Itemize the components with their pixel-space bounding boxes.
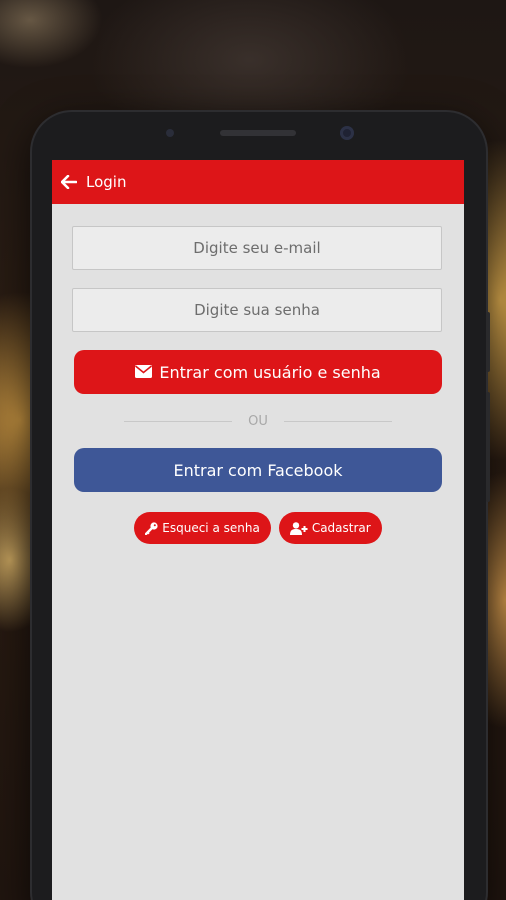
phone-speaker bbox=[220, 130, 296, 136]
phone-volume-button bbox=[486, 392, 490, 502]
envelope-icon bbox=[135, 363, 159, 382]
phone-frame: Login Entrar com usuário e senha bbox=[32, 112, 490, 900]
register-label: Cadastrar bbox=[311, 521, 371, 535]
phone-camera bbox=[340, 126, 354, 140]
back-button[interactable] bbox=[52, 160, 77, 204]
app-store-screenshot: Login Entrar com usuário e senha bbox=[0, 0, 506, 900]
phone-sensor bbox=[166, 129, 174, 137]
user-plus-icon bbox=[289, 521, 312, 535]
forgot-password-button[interactable]: Esqueci a senha bbox=[134, 512, 271, 544]
facebook-login-button[interactable]: Entrar com Facebook bbox=[74, 448, 442, 492]
login-button[interactable]: Entrar com usuário e senha bbox=[74, 350, 442, 394]
divider-text: OU bbox=[248, 413, 268, 429]
or-divider: OU bbox=[52, 394, 464, 448]
email-field[interactable] bbox=[72, 226, 442, 270]
register-button[interactable]: Cadastrar bbox=[278, 512, 382, 544]
divider-line-left bbox=[124, 420, 233, 422]
facebook-button-label: Entrar com Facebook bbox=[173, 460, 343, 480]
page-title: Login bbox=[86, 173, 127, 191]
phone-screen: Login Entrar com usuário e senha bbox=[52, 160, 464, 900]
login-button-label: Entrar com usuário e senha bbox=[159, 362, 381, 382]
login-form: Entrar com usuário e senha OU Entrar com… bbox=[52, 204, 464, 544]
key-icon bbox=[145, 521, 162, 535]
secondary-actions: Esqueci a senha Cadastrar bbox=[52, 512, 464, 544]
app-bar: Login bbox=[52, 160, 464, 204]
divider-line-right bbox=[283, 420, 392, 422]
password-field[interactable] bbox=[72, 288, 442, 332]
arrow-left-icon bbox=[61, 175, 77, 189]
forgot-password-label: Esqueci a senha bbox=[162, 521, 260, 535]
phone-side-button bbox=[486, 312, 490, 372]
